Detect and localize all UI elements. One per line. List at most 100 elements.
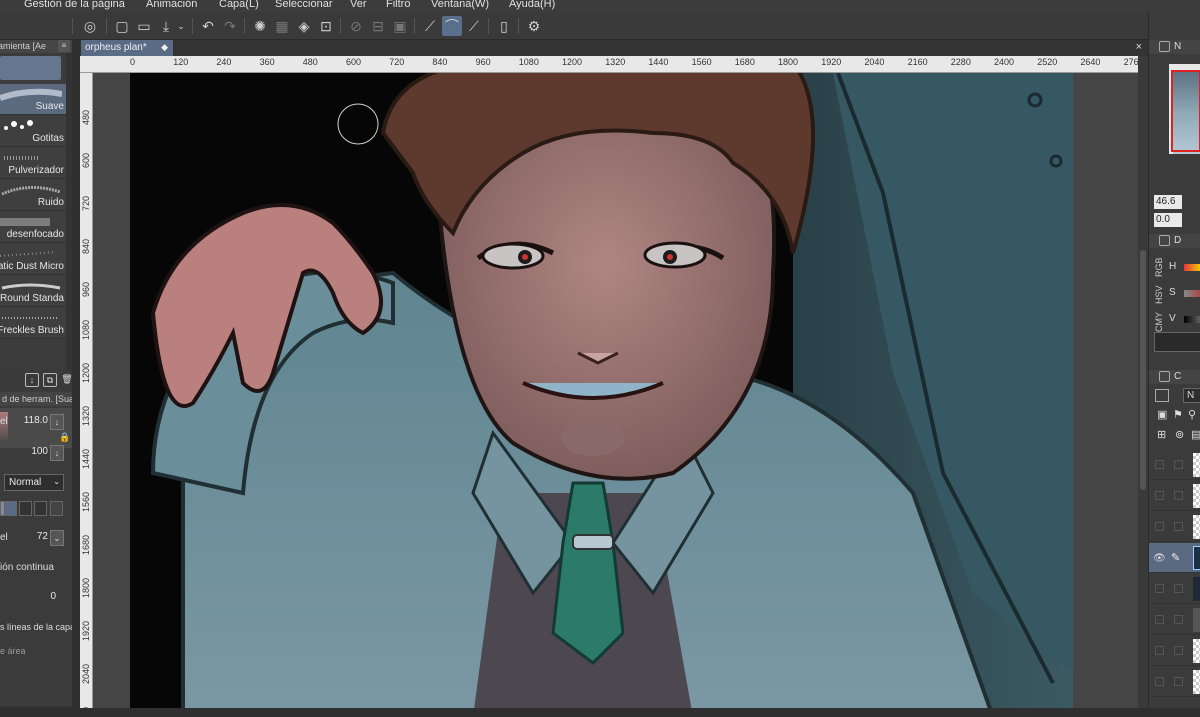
settings-gear-icon[interactable]: ⚙ bbox=[524, 16, 544, 36]
blend-mode-select[interactable]: Normal ⌄ bbox=[4, 474, 64, 491]
hue-slider[interactable] bbox=[1184, 264, 1200, 271]
layer-reference-icon[interactable]: ⚑ bbox=[1173, 408, 1183, 421]
brush-item-gotitas[interactable]: Gotitas bbox=[0, 116, 66, 147]
layer-stack-icon[interactable] bbox=[1159, 371, 1170, 382]
document-tab[interactable]: orpheus plan* ◆ bbox=[81, 40, 173, 56]
navigator-viewport-frame[interactable] bbox=[1171, 70, 1200, 152]
menu-animation[interactable]: Animación bbox=[146, 0, 197, 10]
zoom-value[interactable]: 46.6 bbox=[1154, 195, 1182, 209]
smartphone-icon[interactable]: ▯ bbox=[494, 16, 514, 36]
layer-lock-toggle[interactable] bbox=[1174, 491, 1183, 500]
color-panel-icon[interactable] bbox=[1159, 235, 1170, 246]
lock-icon[interactable]: 🔒 bbox=[59, 432, 70, 442]
layer-visibility-toggle[interactable] bbox=[1155, 615, 1164, 624]
snap-special-ruler-icon[interactable]: ⌒ bbox=[442, 16, 462, 36]
menu-layer[interactable]: Capa(L) bbox=[219, 0, 259, 10]
layer-lock-toggle[interactable] bbox=[1174, 584, 1183, 593]
layer-lock-toggle[interactable] bbox=[1174, 615, 1183, 624]
new-vector-layer-icon[interactable]: ⊚ bbox=[1175, 428, 1184, 441]
swatch[interactable] bbox=[4, 501, 17, 516]
navigator-icon[interactable] bbox=[1159, 41, 1170, 52]
navigator-thumbnail[interactable] bbox=[1169, 64, 1200, 154]
layer-visibility-toggle[interactable] bbox=[1155, 491, 1164, 500]
brush-item-static-dust-micro[interactable]: atic Dust Micro bbox=[0, 244, 66, 275]
duplicate-icon[interactable]: ⧉ bbox=[43, 373, 57, 387]
canvas-vertical-scrollbar[interactable] bbox=[1138, 56, 1148, 717]
brush-item-pulverizador[interactable]: Pulverizador bbox=[0, 148, 66, 179]
open-folder-icon[interactable]: ▭ bbox=[134, 16, 154, 36]
saturation-slider[interactable] bbox=[1184, 290, 1200, 297]
brush-item-freckles-brush[interactable]: Freckles Brush bbox=[0, 308, 66, 339]
eye-icon[interactable]: 👁 bbox=[1153, 553, 1166, 564]
layer-visibility-toggle[interactable] bbox=[1155, 522, 1164, 531]
color-value-box[interactable] bbox=[1154, 332, 1200, 352]
menu-filter[interactable]: Filtro bbox=[386, 0, 410, 10]
transform-icon[interactable]: ⊡ bbox=[316, 16, 336, 36]
layer-lock-toggle[interactable] bbox=[1174, 522, 1183, 531]
invert-selection-icon[interactable]: ⊟ bbox=[368, 16, 388, 36]
subtool-panel-tab[interactable]: amienta [Ae ≡ bbox=[0, 40, 72, 53]
spacing-value[interactable]: 0 bbox=[50, 591, 56, 602]
clear-outside-icon[interactable]: ▦ bbox=[272, 16, 292, 36]
layer-lock-icon[interactable]: ⚲ bbox=[1188, 408, 1196, 421]
save-icon[interactable]: ⤓ bbox=[156, 16, 176, 36]
layer-row[interactable] bbox=[1149, 481, 1200, 511]
subtool-group-bar[interactable] bbox=[0, 56, 61, 80]
opacity-value[interactable]: 100 bbox=[31, 446, 48, 457]
new-layer-icon[interactable]: ⊞ bbox=[1157, 428, 1166, 441]
layer-visibility-toggle[interactable] bbox=[1155, 584, 1164, 593]
menu-select[interactable]: Seleccionar bbox=[275, 0, 332, 10]
layer-row[interactable] bbox=[1149, 450, 1200, 480]
layer-blend-select[interactable]: N bbox=[1183, 388, 1200, 403]
value-slider[interactable] bbox=[1184, 316, 1200, 323]
clear-icon[interactable]: ✺ bbox=[250, 16, 270, 36]
close-icon[interactable]: × bbox=[1136, 41, 1142, 53]
new-file-icon[interactable]: ▢ bbox=[112, 16, 132, 36]
panel-menu-icon[interactable]: ≡ bbox=[58, 40, 70, 52]
layer-visibility-toggle[interactable] bbox=[1155, 646, 1164, 655]
layer-visibility-toggle[interactable] bbox=[1155, 460, 1164, 469]
layer-row[interactable] bbox=[1149, 636, 1200, 666]
layer-lock-toggle[interactable] bbox=[1174, 646, 1183, 655]
brush-item-ruido[interactable]: Ruido bbox=[0, 180, 66, 211]
layer-property-icon[interactable]: ▣ bbox=[1157, 408, 1167, 421]
hardness-expand-icon[interactable]: ⌄ bbox=[50, 530, 64, 546]
selection-border-icon[interactable]: ▣ bbox=[390, 16, 410, 36]
hardness-value[interactable]: 72 bbox=[37, 531, 48, 542]
menu-help[interactable]: Ayuda(H) bbox=[509, 0, 555, 10]
layer-row[interactable] bbox=[1149, 512, 1200, 542]
drawing-canvas[interactable] bbox=[93, 73, 1138, 717]
undo-icon[interactable]: ↶ bbox=[198, 16, 218, 36]
layer-row[interactable] bbox=[1149, 605, 1200, 635]
snap-ruler-icon[interactable]: ⟋ bbox=[420, 16, 440, 36]
trash-icon[interactable]: 🗑 bbox=[60, 373, 72, 387]
tool-panel-scrollbar[interactable] bbox=[72, 40, 80, 717]
chevron-right-icon[interactable] bbox=[50, 501, 63, 516]
clip-studio-icon[interactable]: ◎ bbox=[80, 16, 100, 36]
layer-filter-icon[interactable] bbox=[1155, 389, 1169, 402]
brush-item-suave[interactable]: Suave bbox=[0, 84, 66, 115]
rotation-value[interactable]: 0.0 bbox=[1154, 213, 1182, 227]
layer-row[interactable] bbox=[1149, 667, 1200, 697]
brush-item-round-standard[interactable]: Round Standa bbox=[0, 276, 66, 307]
fill-icon[interactable]: ◈ bbox=[294, 16, 314, 36]
snap-grid-icon[interactable]: ⟋ bbox=[464, 16, 484, 36]
download-icon[interactable]: ↓ bbox=[25, 373, 39, 387]
layer-row[interactable] bbox=[1149, 574, 1200, 604]
brush-size-download-icon[interactable]: ↓ bbox=[50, 414, 64, 430]
swatch[interactable] bbox=[34, 501, 47, 516]
menu-window[interactable]: Ventana(W) bbox=[431, 0, 489, 10]
brush-item-desenfocado[interactable]: desenfocado bbox=[0, 212, 66, 243]
new-folder-icon[interactable]: ▤ bbox=[1191, 428, 1200, 441]
redo-icon[interactable]: ↷ bbox=[220, 16, 240, 36]
save-dropdown-icon[interactable]: ⌄ bbox=[176, 16, 186, 36]
opacity-download-icon[interactable]: ↓ bbox=[50, 445, 64, 461]
scrollbar-thumb[interactable] bbox=[1140, 250, 1146, 490]
deselect-icon[interactable]: ⊘ bbox=[346, 16, 366, 36]
swatch[interactable] bbox=[19, 501, 32, 516]
layer-lock-toggle[interactable] bbox=[1174, 460, 1183, 469]
layer-visibility-toggle[interactable] bbox=[1155, 677, 1164, 686]
layer-row-selected[interactable]: 👁 ✎ bbox=[1149, 543, 1200, 573]
layer-lock-toggle[interactable] bbox=[1174, 677, 1183, 686]
menu-page-management[interactable]: Gestión de la página bbox=[24, 0, 125, 10]
